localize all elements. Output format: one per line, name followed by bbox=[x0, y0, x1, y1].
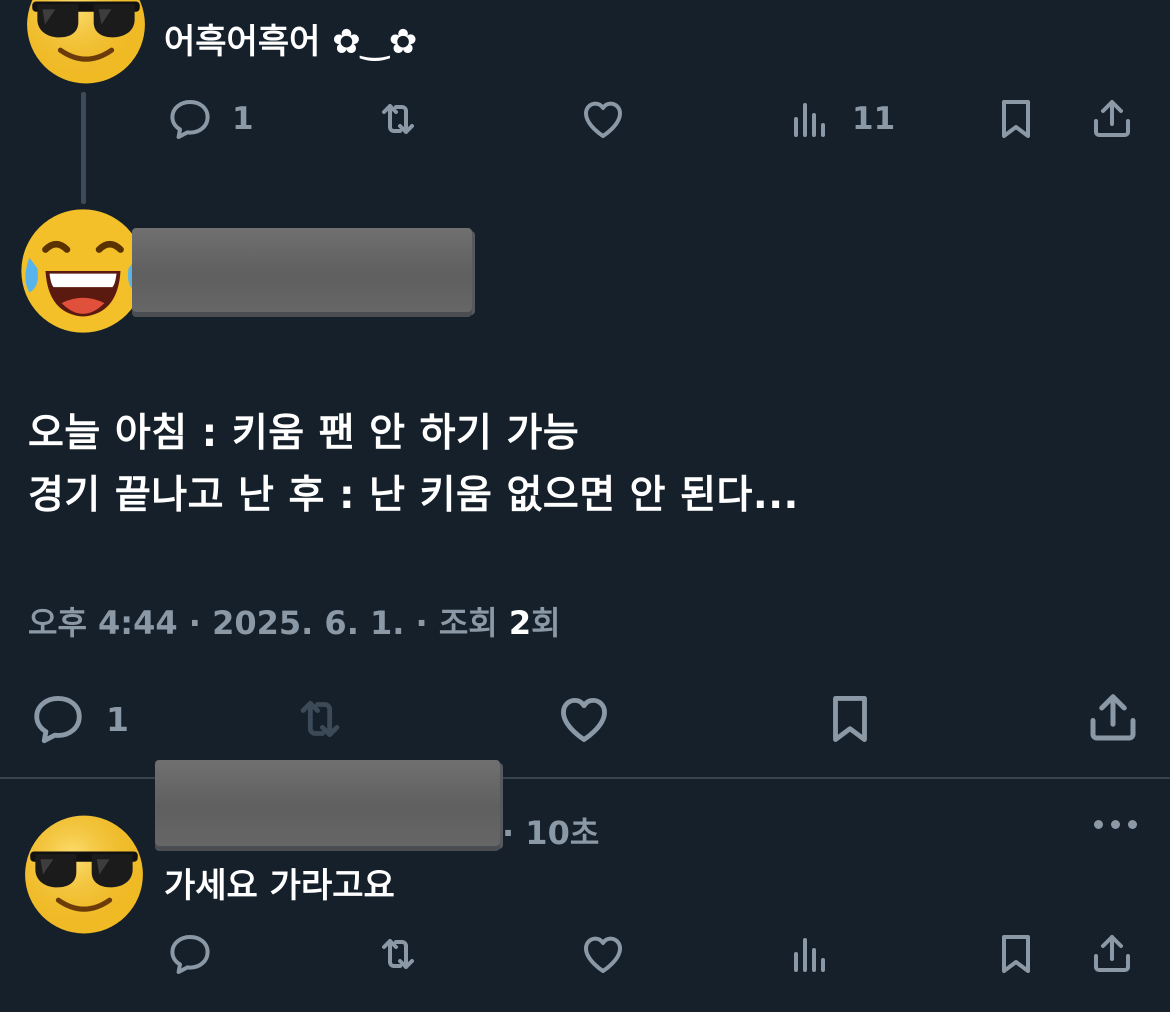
views-count: 11 bbox=[852, 101, 896, 137]
retweet-button-disabled bbox=[287, 690, 353, 748]
reply-metadata: · 10초 bbox=[502, 808, 599, 854]
separator: · bbox=[415, 604, 439, 642]
views-icon bbox=[786, 930, 834, 978]
post-metadata: 오후 4:44 · 2025. 6. 1. · 조회 2회 bbox=[28, 598, 561, 644]
bookmark-button[interactable] bbox=[820, 690, 880, 748]
share-icon bbox=[1082, 688, 1144, 748]
like-icon bbox=[579, 95, 627, 143]
separator: · bbox=[502, 814, 526, 852]
more-icon[interactable] bbox=[1094, 820, 1137, 829]
like-icon bbox=[579, 930, 627, 978]
bookmark-icon bbox=[992, 930, 1040, 978]
retweet-icon bbox=[372, 930, 424, 978]
share-button[interactable] bbox=[1082, 688, 1144, 748]
views-label: 조회 bbox=[438, 604, 498, 642]
reply-button[interactable] bbox=[166, 930, 214, 978]
retweet-icon bbox=[372, 95, 424, 143]
like-button[interactable] bbox=[554, 690, 614, 748]
reply-time[interactable]: 10초 bbox=[525, 814, 599, 852]
share-button[interactable] bbox=[1088, 95, 1136, 143]
post-text-line-1: 오늘 아침 : 키움 팬 안 하기 가능 bbox=[28, 411, 580, 456]
share-icon bbox=[1088, 930, 1136, 978]
reply-button[interactable]: 1 bbox=[166, 95, 254, 143]
avatar[interactable] bbox=[22, 0, 150, 86]
share-button[interactable] bbox=[1088, 930, 1136, 978]
post-time[interactable]: 오후 4:44 bbox=[28, 604, 178, 642]
redacted-username bbox=[155, 760, 500, 846]
bookmark-icon bbox=[820, 690, 880, 748]
retweet-button[interactable] bbox=[372, 930, 424, 978]
retweet-icon bbox=[287, 690, 353, 748]
reply-button[interactable]: 1 bbox=[28, 690, 129, 748]
bookmark-button[interactable] bbox=[992, 95, 1040, 143]
like-icon bbox=[554, 690, 614, 748]
reply-count: 1 bbox=[232, 101, 254, 137]
post-text: 어흑어흑어 ✿‿✿ bbox=[164, 22, 418, 62]
reply-icon bbox=[28, 690, 88, 748]
avatar[interactable] bbox=[20, 808, 148, 936]
reply-icon bbox=[166, 95, 214, 143]
reply-icon bbox=[166, 930, 214, 978]
views-button[interactable]: 11 bbox=[786, 95, 895, 143]
share-icon bbox=[1088, 95, 1136, 143]
thread-line bbox=[81, 92, 86, 204]
views-suffix: 회 bbox=[531, 604, 561, 642]
retweet-button[interactable] bbox=[372, 95, 424, 143]
like-button[interactable] bbox=[579, 95, 627, 143]
views-icon bbox=[786, 95, 834, 143]
separator: · bbox=[188, 604, 213, 642]
bookmark-icon bbox=[992, 95, 1040, 143]
views-count: 2 bbox=[508, 604, 532, 642]
bookmark-button[interactable] bbox=[992, 930, 1040, 978]
views-button[interactable] bbox=[786, 930, 834, 978]
reply-text: 가세요 가라고요 bbox=[164, 866, 395, 906]
reply-count: 1 bbox=[106, 699, 129, 739]
post-text-line-2: 경기 끝나고 난 후 : 난 키움 없으면 안 된다... bbox=[28, 473, 799, 518]
redacted-username bbox=[132, 228, 472, 312]
post-date[interactable]: 2025. 6. 1. bbox=[212, 604, 404, 642]
like-button[interactable] bbox=[579, 930, 627, 978]
